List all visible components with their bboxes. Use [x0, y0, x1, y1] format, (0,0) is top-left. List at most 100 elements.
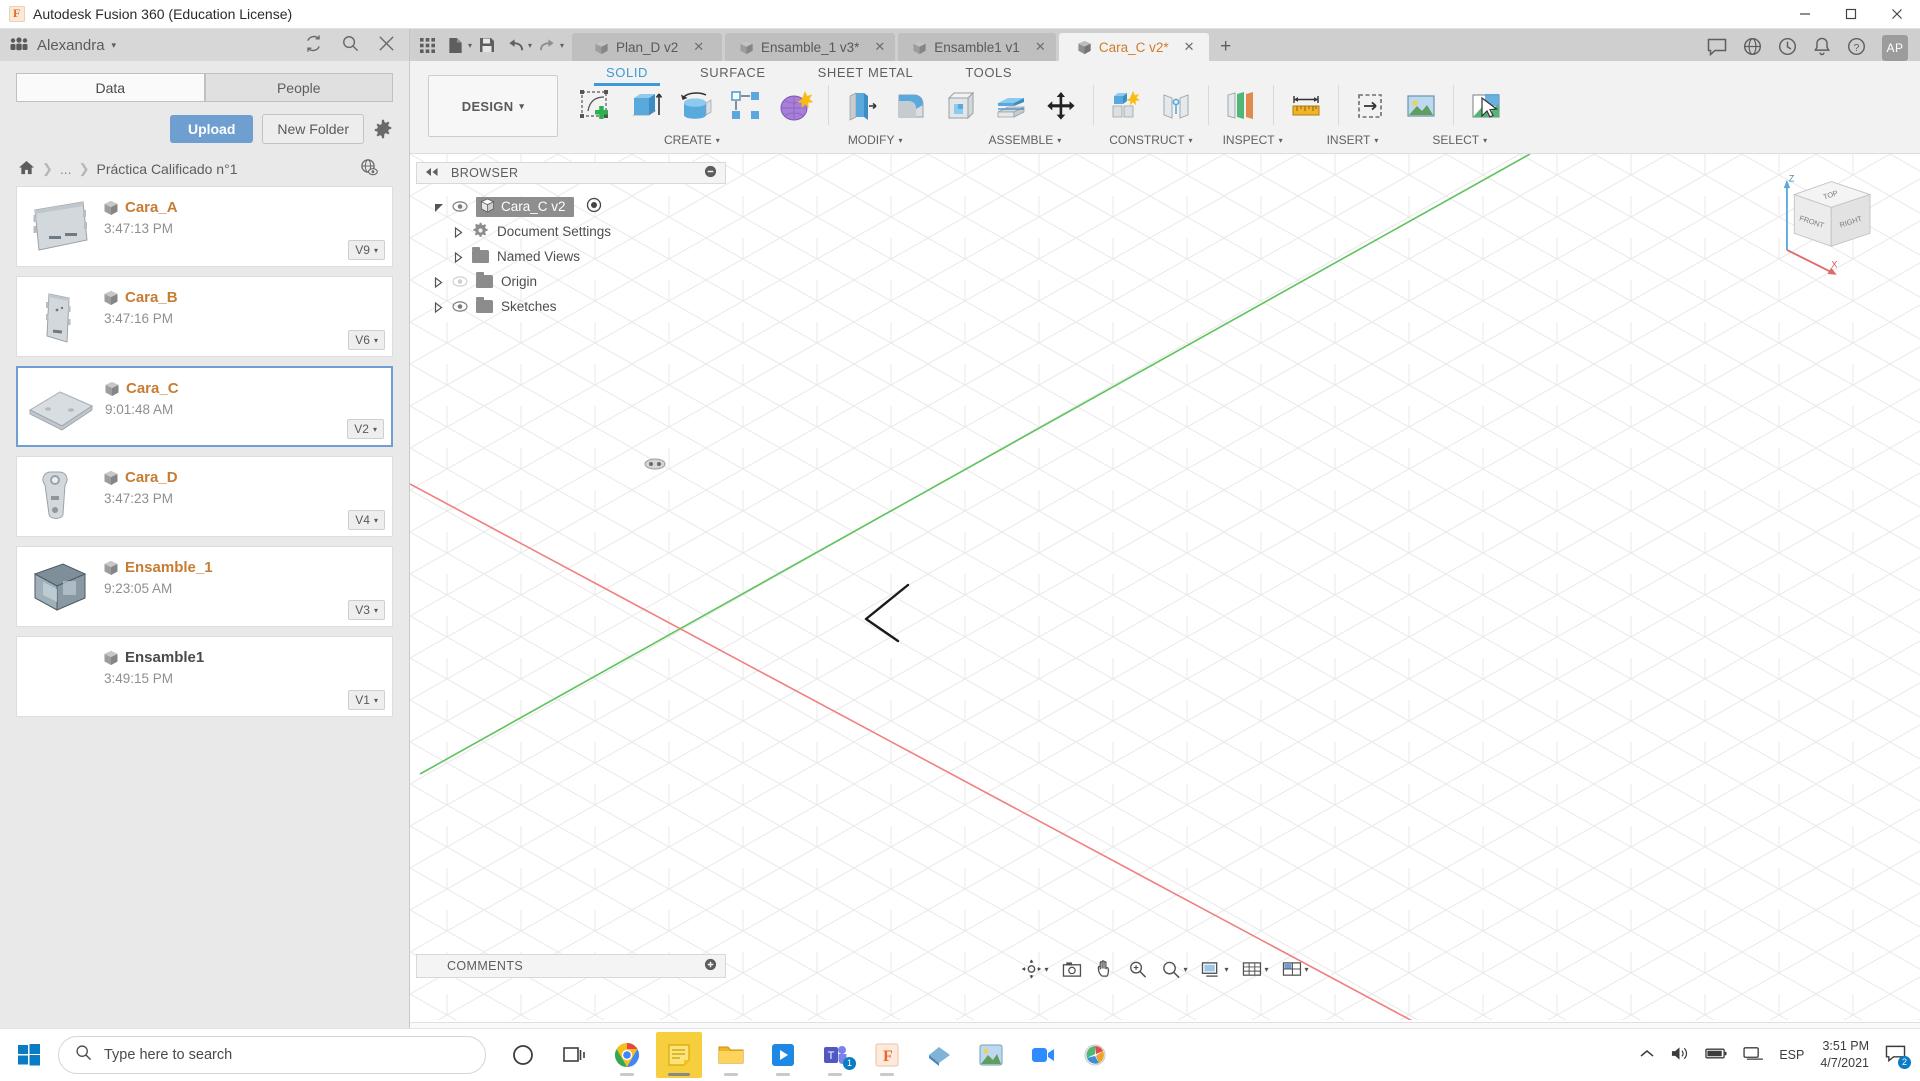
- doc-tab-close-1[interactable]: ✕: [874, 39, 885, 55]
- group-select[interactable]: SELECT▾: [1432, 133, 1487, 147]
- file-card-cara-d[interactable]: Cara_D 3:47:23 PM V4▾: [16, 456, 393, 537]
- chrome-icon[interactable]: [604, 1032, 650, 1078]
- move-copy-icon[interactable]: [1037, 83, 1085, 129]
- account-caret-icon[interactable]: ▾: [112, 40, 117, 51]
- joint-icon[interactable]: [1152, 83, 1200, 129]
- pan-icon[interactable]: [1090, 956, 1119, 982]
- group-construct[interactable]: CONSTRUCT▾: [1109, 133, 1192, 147]
- minus-circle-icon[interactable]: [704, 165, 717, 181]
- cortana-icon[interactable]: [500, 1032, 546, 1078]
- new-tab-button[interactable]: +: [1212, 33, 1240, 61]
- version-selector[interactable]: V1▾: [348, 690, 385, 710]
- version-selector[interactable]: V9▾: [348, 240, 385, 260]
- file-card-cara-b[interactable]: Cara_B 3:47:16 PM V6▾: [16, 276, 393, 357]
- fusion-team-icon[interactable]: [916, 1032, 962, 1078]
- paint3d-icon[interactable]: [1072, 1032, 1118, 1078]
- revolve-icon[interactable]: [672, 83, 720, 129]
- tree-node-sketches[interactable]: Sketches: [416, 294, 726, 319]
- search-icon[interactable]: [341, 34, 360, 56]
- new-folder-button[interactable]: New Folder: [262, 114, 364, 144]
- undo-caret-icon[interactable]: ▾: [528, 41, 532, 50]
- volume-icon[interactable]: [1670, 1045, 1689, 1065]
- look-at-icon[interactable]: [1057, 956, 1086, 982]
- file-card-ensamble-1[interactable]: Ensamble_1 9:23:05 AM V3▾: [16, 546, 393, 627]
- orbit-icon[interactable]: ▾: [1016, 956, 1053, 982]
- chevron-down-icon[interactable]: ▾: [1224, 965, 1228, 974]
- measure-icon[interactable]: [1282, 83, 1330, 129]
- chevron-right-icon[interactable]: [454, 251, 464, 263]
- refresh-icon[interactable]: [304, 34, 323, 56]
- fillet-icon[interactable]: [887, 83, 935, 129]
- offset-plane-icon[interactable]: [1217, 83, 1265, 129]
- doc-tab-0[interactable]: Plan_D v2 ✕: [572, 33, 722, 61]
- network-icon[interactable]: [1743, 1045, 1763, 1064]
- select-icon[interactable]: [1462, 83, 1510, 129]
- notifications-icon[interactable]: 2: [1885, 1044, 1906, 1066]
- group-assemble[interactable]: ASSEMBLE▾: [989, 133, 1062, 147]
- tree-node-document-settings[interactable]: Document Settings: [416, 219, 726, 244]
- doc-tab-2[interactable]: Ensamble1 v1 ✕: [898, 33, 1055, 61]
- doc-tab-close-2[interactable]: ✕: [1035, 39, 1046, 55]
- version-selector[interactable]: V4▾: [348, 510, 385, 530]
- save-icon[interactable]: [474, 32, 500, 58]
- tab-solid[interactable]: SOLID: [580, 61, 674, 83]
- offset-face-icon[interactable]: [987, 83, 1035, 129]
- fusion360-icon[interactable]: F: [864, 1032, 910, 1078]
- avatar[interactable]: AP: [1882, 35, 1908, 61]
- group-insert[interactable]: INSERT▾: [1327, 133, 1379, 147]
- tree-node-root[interactable]: Cara_C v2: [416, 194, 726, 219]
- redo-caret-icon[interactable]: ▾: [560, 41, 564, 50]
- pattern-icon[interactable]: [722, 83, 770, 129]
- search-input[interactable]: Type here to search: [58, 1036, 486, 1074]
- app-grid-icon[interactable]: [414, 32, 440, 58]
- battery-icon[interactable]: [1705, 1047, 1727, 1063]
- chevron-right-icon[interactable]: [454, 226, 464, 238]
- new-file-caret-icon[interactable]: ▾: [468, 41, 472, 50]
- task-view-icon[interactable]: [552, 1032, 598, 1078]
- group-inspect[interactable]: INSPECT▾: [1223, 133, 1283, 147]
- maximize-button[interactable]: [1828, 0, 1874, 29]
- movies-tv-icon[interactable]: [760, 1032, 806, 1078]
- clock-icon[interactable]: [1778, 37, 1797, 59]
- zoom-icon[interactable]: [1123, 956, 1152, 982]
- tree-node-root-selected[interactable]: Cara_C v2: [476, 197, 574, 217]
- gear-icon[interactable]: [373, 119, 393, 139]
- tab-data[interactable]: Data: [16, 73, 205, 102]
- tree-node-origin[interactable]: Origin: [416, 269, 726, 294]
- view-cube[interactable]: Z X TOP FRONT RIGHT: [1774, 170, 1894, 280]
- chevron-down-icon[interactable]: [434, 201, 444, 213]
- sticky-notes-icon[interactable]: [656, 1032, 702, 1078]
- group-create[interactable]: CREATE▾: [664, 133, 720, 147]
- insert-image-icon[interactable]: [1397, 83, 1445, 129]
- upload-button[interactable]: Upload: [170, 115, 253, 143]
- doc-tab-3[interactable]: Cara_C v2* ✕: [1059, 33, 1209, 61]
- insert-derive-icon[interactable]: [1347, 83, 1395, 129]
- teams-icon[interactable]: T 1: [812, 1032, 858, 1078]
- comments-bar[interactable]: COMMENTS: [416, 954, 726, 978]
- workspace-switcher[interactable]: DESIGN ▾: [428, 75, 558, 137]
- chevron-down-icon[interactable]: ▾: [1265, 965, 1269, 974]
- extrude-icon[interactable]: [622, 83, 670, 129]
- grid-snaps-icon[interactable]: ▾: [1238, 956, 1274, 982]
- chevron-down-icon[interactable]: ▾: [1305, 965, 1309, 974]
- file-card-cara-c[interactable]: Cara_C 9:01:48 AM V2▾: [16, 366, 393, 447]
- chevron-right-icon[interactable]: [434, 276, 444, 288]
- doc-tab-close-0[interactable]: ✕: [693, 39, 704, 55]
- breadcrumb-current[interactable]: Práctica Calificado n°1: [96, 161, 237, 177]
- tab-surface[interactable]: SURFACE: [674, 61, 792, 83]
- home-icon[interactable]: [18, 160, 35, 178]
- group-modify[interactable]: MODIFY▾: [848, 133, 903, 147]
- plus-circle-icon[interactable]: [704, 958, 717, 974]
- photos-icon[interactable]: [968, 1032, 1014, 1078]
- visibility-eye-icon[interactable]: [452, 301, 468, 312]
- redo-icon[interactable]: [534, 32, 560, 58]
- display-settings-icon[interactable]: ▾: [1196, 956, 1233, 982]
- help-icon[interactable]: ?: [1847, 37, 1866, 59]
- create-sketch-icon[interactable]: [572, 83, 620, 129]
- activate-component-icon[interactable]: [586, 197, 602, 216]
- zoom-window-icon[interactable]: ▾: [1156, 956, 1192, 982]
- version-selector[interactable]: V6▾: [348, 330, 385, 350]
- breadcrumb-dots[interactable]: ...: [60, 161, 72, 177]
- chevron-right-icon[interactable]: [434, 301, 444, 313]
- comment-icon[interactable]: [1707, 38, 1727, 59]
